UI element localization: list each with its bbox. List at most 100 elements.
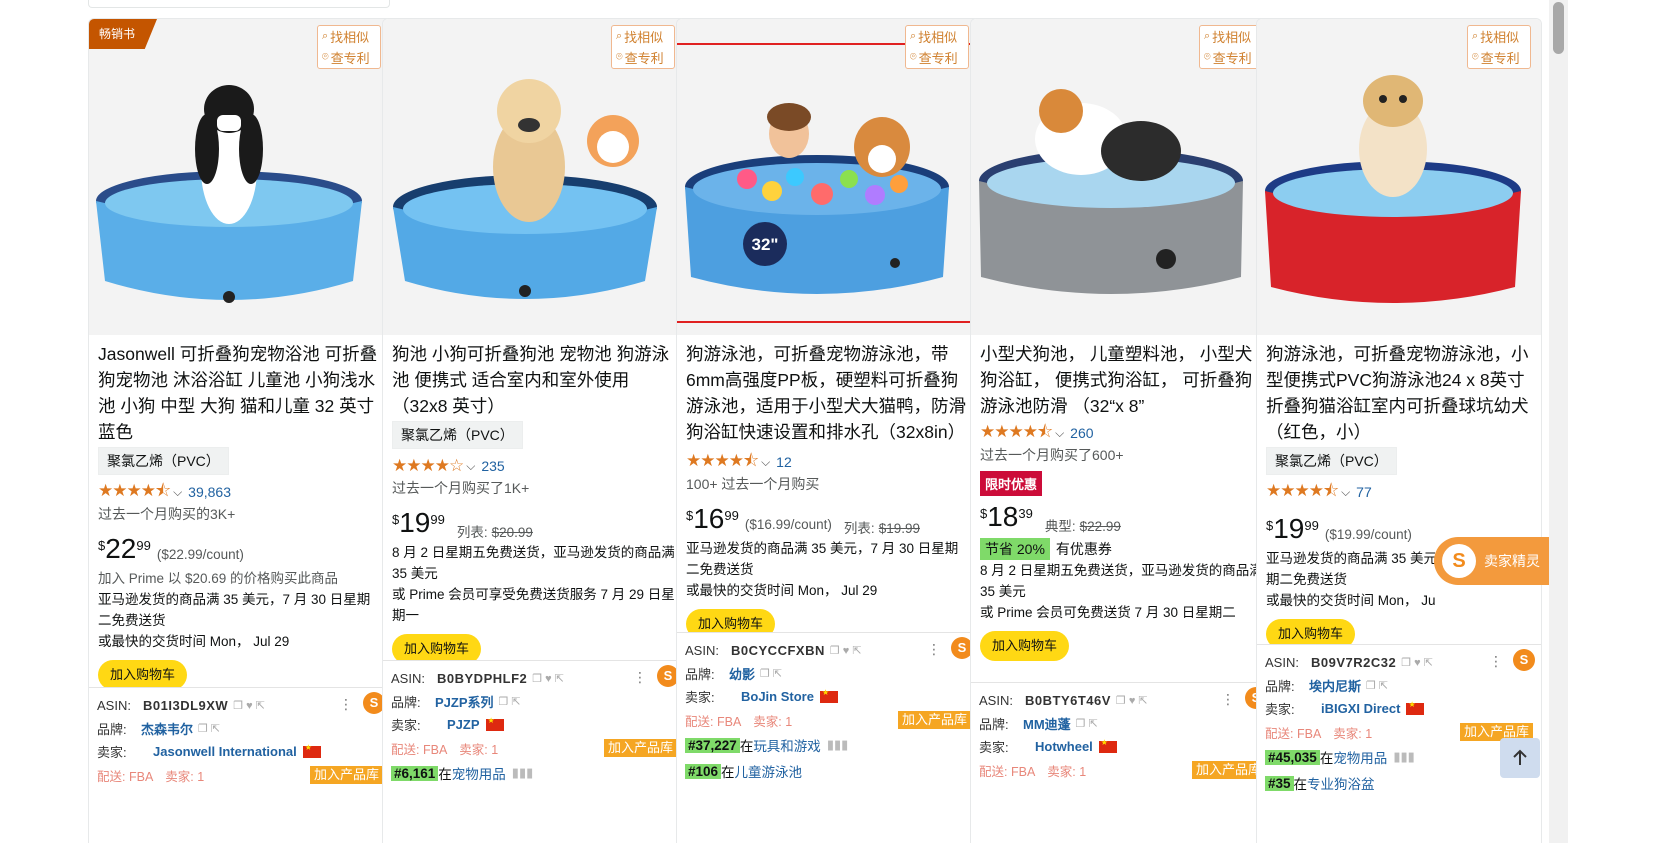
asin-value[interactable]: B0CYCCFXBN (731, 643, 825, 658)
product-image-5[interactable]: ⌕ 找相似 ⌾ 查专利 (1257, 19, 1541, 335)
check-patent-button[interactable]: ⌾ 查专利 (1468, 47, 1530, 68)
sales-rank[interactable]: #45,035 在宠物用品 ▮▮▮ (1265, 744, 1533, 770)
add-to-library-button[interactable]: 加入产品库 (897, 711, 971, 729)
chevron-down-icon[interactable]: ⌵ (1055, 426, 1064, 441)
copy-icon[interactable]: ❐ ⇱ (1366, 679, 1388, 692)
add-to-cart-button[interactable]: 加入购物车 (98, 660, 188, 690)
check-patent-button[interactable]: ⌾ 查专利 (612, 47, 674, 68)
product-title[interactable]: 狗游泳池，可折叠宠物游泳池，带 6mm高强度PP板，硬塑料可折叠狗游泳池，适用于… (686, 341, 970, 445)
more-menu-icon[interactable]: ⋮ (339, 696, 353, 713)
seller-link[interactable]: BoJin Store (741, 689, 814, 704)
star-rating-icon[interactable]: ★★★★⯪ (1266, 478, 1339, 507)
product-card-4[interactable]: ⌕ 找相似 ⌾ 查专利 小型犬狗池， 儿童塑料池， 小型犬狗浴缸， 便携式狗浴缸， … (970, 18, 1274, 843)
rating-row[interactable]: ★★★★⯪ ⌵ 260 (980, 422, 1264, 443)
asin-value[interactable]: B0BTY6T46V (1025, 693, 1111, 708)
review-count[interactable]: 260 (1070, 425, 1093, 441)
more-menu-icon[interactable]: ⋮ (927, 641, 941, 658)
product-image-1[interactable]: 畅销书 ⌕ 找相似 ⌾ 查专利 (89, 19, 391, 335)
more-menu-icon[interactable]: ⋮ (1489, 653, 1503, 670)
find-similar-button[interactable]: ⌕ 找相似 (906, 26, 968, 47)
more-menu-icon[interactable]: ⋮ (1221, 691, 1235, 708)
asin-value[interactable]: B09V7R2C32 (1311, 655, 1396, 670)
brand-link[interactable]: 杰森韦尔 (141, 719, 193, 738)
asin-value[interactable]: B01I3DL9XW (143, 698, 228, 713)
price[interactable]: $ 16 99 ($16.99/count) 列表: $19.99 (686, 504, 970, 538)
review-count[interactable]: 12 (776, 454, 792, 470)
product-image-2[interactable]: ⌕ 找相似 ⌾ 查专利 (383, 19, 685, 335)
product-title[interactable]: 狗池 小狗可折叠狗池 宠物池 狗游泳池 便携式 适合室内和室外使用 （32x8 … (392, 341, 676, 419)
copy-icon[interactable]: ❐ ⇱ (198, 722, 220, 735)
price[interactable]: $ 18 39 典型: $22.99 (980, 502, 1264, 536)
copy-icon[interactable]: ❐ ♥ ⇱ (233, 699, 265, 712)
add-to-library-button[interactable]: 加入产品库 (1191, 761, 1265, 779)
seller-link[interactable]: iBIGXI Direct (1321, 701, 1400, 716)
seller-link[interactable]: PJZP (447, 717, 480, 732)
asin-value[interactable]: B0BYDPHLF2 (437, 671, 527, 686)
more-menu-icon[interactable]: ⋮ (633, 669, 647, 686)
copy-icon[interactable]: ❐ ♥ ⇱ (532, 672, 564, 685)
find-similar-button[interactable]: ⌕ 找相似 (1468, 26, 1530, 47)
star-rating-icon[interactable]: ★★★★☆ (392, 456, 464, 476)
find-similar-button[interactable]: ⌕ 找相似 (318, 26, 380, 47)
add-to-library-button[interactable]: 加入产品库 (309, 766, 383, 784)
find-similar-button[interactable]: ⌕ 找相似 (1200, 26, 1262, 47)
back-to-top-button[interactable] (1500, 738, 1540, 778)
brand-link[interactable]: 幼影 (729, 664, 755, 683)
add-to-library-button[interactable]: 加入产品库 (603, 739, 677, 757)
star-rating-icon[interactable]: ★★★★⯪ (98, 478, 171, 507)
brand-link[interactable]: 埃内尼斯 (1309, 676, 1361, 695)
seller-link[interactable]: Jasonwell International (153, 744, 297, 759)
coupon-row[interactable]: 节省 20% 有优惠券 (980, 538, 1264, 560)
add-to-cart-button[interactable]: 加入购物车 (980, 631, 1070, 661)
product-title[interactable]: 小型犬狗池， 儿童塑料池， 小型犬狗浴缸， 便携式狗浴缸， 可折叠狗游泳池防滑 … (980, 341, 1264, 419)
scrollbar-thumb[interactable] (1553, 2, 1564, 54)
star-rating-icon[interactable]: ★★★★⯪ (980, 419, 1053, 448)
product-image-3[interactable]: 32" ⌕ 找相似 ⌾ 查专利 (677, 19, 979, 335)
review-count[interactable]: 39,863 (188, 484, 231, 500)
sales-rank-sub[interactable]: #35 在专业狗浴盆 (1265, 770, 1533, 796)
copy-icon[interactable]: ❐ ⇱ (760, 667, 782, 680)
product-card-1[interactable]: 畅销书 ⌕ 找相似 ⌾ 查专利 Jasonwell 可折叠狗宠物浴池 可折叠狗宠物池… (88, 18, 392, 843)
copy-icon[interactable]: ❐ ⇱ (1076, 717, 1098, 730)
chevron-down-icon[interactable]: ⌵ (173, 485, 182, 500)
product-card-3[interactable]: 32" ⌕ 找相似 ⌾ 查专利 狗游泳池，可折叠宠物游泳池，带 6mm高强度PP板，… (676, 18, 980, 843)
check-patent-button[interactable]: ⌾ 查专利 (906, 47, 968, 68)
seller-link[interactable]: Hotwheel (1035, 739, 1093, 754)
check-patent-button[interactable]: ⌾ 查专利 (1200, 47, 1262, 68)
bar-chart-icon[interactable]: ▮▮▮ (512, 765, 533, 781)
seller-sprite-logo-icon[interactable]: S (1513, 649, 1535, 671)
chevron-down-icon[interactable]: ⌵ (761, 455, 770, 470)
copy-icon[interactable]: ❐ ♥ ⇱ (830, 644, 862, 657)
rating-row[interactable]: ★★★★⯪ ⌵ 77 (1266, 481, 1532, 502)
save-badge: 节省 20% (980, 538, 1050, 560)
vertical-scrollbar[interactable] (1549, 0, 1568, 843)
product-card-5[interactable]: ⌕ 找相似 ⌾ 查专利 狗游泳池，可折叠宠物游泳池，小型便携式PVC狗游泳池24 x… (1256, 18, 1542, 843)
rating-row[interactable]: ★★★★☆ ⌵ 235 (392, 456, 676, 476)
brand-link[interactable]: MM迪蓬 (1023, 714, 1071, 733)
product-title[interactable]: 狗游泳池，可折叠宠物游泳池，小型便携式PVC狗游泳池24 x 8英寸折叠狗猫浴缸… (1266, 341, 1532, 445)
copy-icon[interactable]: ❐ ♥ ⇱ (1401, 656, 1433, 669)
product-card-2[interactable]: ⌕ 找相似 ⌾ 查专利 狗池 小狗可折叠狗池 宠物池 狗游泳池 便携式 适合室内和室… (382, 18, 686, 843)
price[interactable]: $ 19 99 列表: $20.99 (392, 508, 676, 542)
bar-chart-icon[interactable]: ▮▮▮ (1393, 749, 1414, 765)
sales-rank-sub[interactable]: #106 在儿童游泳池 (685, 758, 971, 784)
bar-chart-icon[interactable]: ▮▮▮ (827, 737, 848, 753)
review-count[interactable]: 77 (1356, 484, 1372, 500)
copy-icon[interactable]: ❐ ♥ ⇱ (1116, 694, 1148, 707)
product-image-4[interactable]: ⌕ 找相似 ⌾ 查专利 (971, 19, 1273, 335)
chevron-down-icon[interactable]: ⌵ (466, 459, 475, 474)
find-similar-button[interactable]: ⌕ 找相似 (612, 26, 674, 47)
chevron-down-icon[interactable]: ⌵ (1341, 485, 1350, 500)
seller-sprite-float-button[interactable]: S 卖家精灵 (1434, 537, 1552, 585)
copy-icon[interactable]: ❐ ⇱ (499, 695, 521, 708)
rating-row[interactable]: ★★★★⯪ ⌵ 39,863 (98, 481, 382, 502)
rating-row[interactable]: ★★★★⯪ ⌵ 12 (686, 451, 970, 472)
brand-link[interactable]: PJZP系列 (435, 692, 494, 711)
price[interactable]: $ 22 99 ($22.99/count) (98, 534, 382, 568)
product-title[interactable]: Jasonwell 可折叠狗宠物浴池 可折叠狗宠物池 沐浴浴缸 儿童池 小狗浅水… (98, 341, 382, 445)
review-count[interactable]: 235 (481, 458, 504, 474)
sales-rank[interactable]: #6,161 在宠物用品 ▮▮▮ (391, 760, 677, 786)
sales-rank[interactable]: #37,227 在玩具和游戏 ▮▮▮ (685, 732, 971, 758)
check-patent-button[interactable]: ⌾ 查专利 (318, 47, 380, 68)
star-rating-icon[interactable]: ★★★★⯪ (686, 448, 759, 477)
